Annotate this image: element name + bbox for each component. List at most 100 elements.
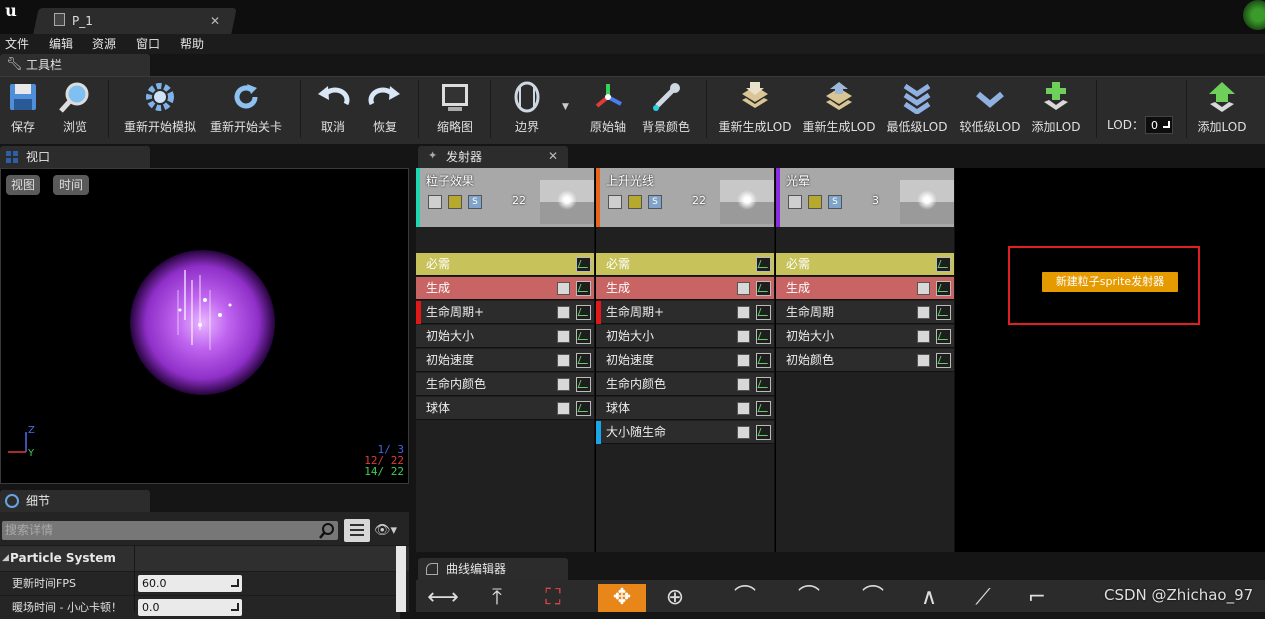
interp-step-icon[interactable]: ⌐ bbox=[1020, 584, 1054, 612]
module-enable-checkbox[interactable] bbox=[917, 354, 930, 367]
curve-graph-icon[interactable] bbox=[936, 257, 951, 272]
emitter-module-norm[interactable]: 初始大小 bbox=[596, 325, 774, 348]
bounds-dropdown-icon[interactable]: ▼ bbox=[562, 102, 574, 112]
source-control-status-icon[interactable] bbox=[1243, 0, 1265, 30]
emitter-solo-button[interactable]: S bbox=[648, 195, 662, 209]
curve-graph-icon[interactable] bbox=[756, 281, 771, 296]
emitter-render-mode-icon[interactable] bbox=[448, 195, 462, 209]
lod-input[interactable]: 0 bbox=[1145, 116, 1173, 134]
curve-graph-icon[interactable] bbox=[576, 305, 591, 320]
module-enable-checkbox[interactable] bbox=[557, 402, 570, 415]
curve-graph-icon[interactable] bbox=[936, 305, 951, 320]
module-enable-checkbox[interactable] bbox=[557, 330, 570, 343]
lowest-lod-button[interactable]: 最低级LOD bbox=[884, 78, 950, 140]
pan-mode-icon[interactable]: ✥ bbox=[598, 584, 646, 612]
fit-selection-icon[interactable]: ⛶ bbox=[536, 584, 570, 612]
interp-linear-icon[interactable]: ∧ bbox=[912, 584, 946, 612]
emitter-render-mode-icon[interactable] bbox=[808, 195, 822, 209]
emitter-module-spawn[interactable]: 生成 bbox=[416, 277, 594, 300]
menu-asset[interactable]: 资源 bbox=[92, 34, 116, 54]
warmup-time-input[interactable]: 0.0 bbox=[138, 599, 242, 616]
viewport-tab[interactable] bbox=[0, 146, 150, 168]
view-menu-button[interactable]: 视图 bbox=[6, 175, 40, 195]
menu-window[interactable]: 窗口 bbox=[136, 34, 160, 54]
background-color-button[interactable]: 背景颜色 bbox=[640, 78, 692, 140]
module-enable-checkbox[interactable] bbox=[737, 330, 750, 343]
emitter-module-norm[interactable]: 生命周期 bbox=[776, 301, 954, 324]
unreal-logo-icon[interactable]: u bbox=[0, 0, 22, 22]
property-matrix-button[interactable] bbox=[344, 519, 370, 542]
curve-graph-icon[interactable] bbox=[756, 353, 771, 368]
curve-graph-icon[interactable] bbox=[756, 257, 771, 272]
module-enable-checkbox[interactable] bbox=[557, 354, 570, 367]
curve-graph-icon[interactable] bbox=[576, 257, 591, 272]
emitter-module-req[interactable]: 必需 bbox=[596, 253, 774, 276]
emitter-module-req[interactable]: 必需 bbox=[776, 253, 954, 276]
update-fps-input[interactable]: 60.0 bbox=[138, 575, 242, 592]
time-menu-button[interactable]: 时间 bbox=[53, 175, 89, 195]
module-enable-checkbox[interactable] bbox=[737, 402, 750, 415]
add-lod-button-2[interactable]: 添加LOD bbox=[1194, 78, 1250, 140]
emitter-module-norm[interactable]: 生命内颜色 bbox=[416, 373, 594, 396]
emitter-module-norm[interactable]: 生命周期+ bbox=[416, 301, 594, 324]
curve-graph-icon[interactable] bbox=[576, 377, 591, 392]
close-tab-icon[interactable]: ✕ bbox=[210, 12, 220, 30]
close-tab-icon[interactable]: ✕ bbox=[548, 148, 558, 164]
add-lod-button[interactable]: 添加LOD bbox=[1028, 78, 1084, 140]
emitter-module-norm[interactable]: 大小随生命 bbox=[596, 421, 774, 444]
regen-lod-button-1[interactable]: 重新生成LOD bbox=[716, 78, 794, 140]
curve-graph-icon[interactable] bbox=[576, 353, 591, 368]
module-enable-checkbox[interactable] bbox=[737, 306, 750, 319]
curve-graph-icon[interactable] bbox=[936, 329, 951, 344]
emitter-module-norm[interactable]: 生命周期+ bbox=[596, 301, 774, 324]
module-enable-checkbox[interactable] bbox=[557, 306, 570, 319]
browse-button[interactable]: 浏览 bbox=[54, 78, 96, 140]
emitter-solo-button[interactable]: S bbox=[828, 195, 842, 209]
restart-sim-button[interactable]: 重新开始模拟 bbox=[118, 78, 202, 140]
emitter-enable-checkbox[interactable] bbox=[428, 195, 442, 209]
emitter-module-norm[interactable]: 球体 bbox=[416, 397, 594, 420]
curve-graph-icon[interactable] bbox=[756, 401, 771, 416]
menu-help[interactable]: 帮助 bbox=[180, 34, 204, 54]
module-enable-checkbox[interactable] bbox=[737, 378, 750, 391]
module-enable-checkbox[interactable] bbox=[917, 306, 930, 319]
tangent-break-icon[interactable]: ⌒ bbox=[856, 584, 890, 612]
curve-graph-icon[interactable] bbox=[936, 281, 951, 296]
menu-edit[interactable]: 编辑 bbox=[49, 34, 73, 54]
emitter-module-spawn[interactable]: 生成 bbox=[776, 277, 954, 300]
interp-constant-icon[interactable]: ⟋ bbox=[966, 584, 1000, 612]
emitter-module-norm[interactable]: 初始大小 bbox=[416, 325, 594, 348]
emitter-render-mode-icon[interactable] bbox=[628, 195, 642, 209]
column-splitter[interactable] bbox=[134, 545, 135, 612]
view-options-eye-icon[interactable]: 👁︎▾ bbox=[374, 524, 404, 538]
emitter-module-spawn[interactable]: 生成 bbox=[596, 277, 774, 300]
emitter-module-norm[interactable]: 初始速度 bbox=[596, 349, 774, 372]
emitter-module-norm[interactable]: 生命内颜色 bbox=[596, 373, 774, 396]
restart-level-button[interactable]: 重新开始关卡 bbox=[204, 78, 288, 140]
module-enable-checkbox[interactable] bbox=[737, 426, 750, 439]
origin-axis-button[interactable]: 原始轴 bbox=[586, 78, 630, 140]
emitter-module-norm[interactable]: 球体 bbox=[596, 397, 774, 420]
regen-lod-button-2[interactable]: 重新生成LOD bbox=[800, 78, 878, 140]
emitter-module-req[interactable]: 必需 bbox=[416, 253, 594, 276]
fit-vertical-icon[interactable]: ⤒ bbox=[480, 584, 514, 612]
thumbnail-button[interactable]: 缩略图 bbox=[430, 78, 480, 140]
emitter-module-norm[interactable]: 初始大小 bbox=[776, 325, 954, 348]
collapse-arrow-icon[interactable]: ◢ bbox=[2, 551, 9, 565]
curve-graph-icon[interactable] bbox=[756, 329, 771, 344]
tangent-user-icon[interactable]: ⌒ bbox=[792, 584, 826, 612]
module-enable-checkbox[interactable] bbox=[737, 282, 750, 295]
module-enable-checkbox[interactable] bbox=[917, 282, 930, 295]
zoom-mode-icon[interactable]: ⊕ bbox=[658, 584, 692, 612]
module-enable-checkbox[interactable] bbox=[557, 378, 570, 391]
emitter-enable-checkbox[interactable] bbox=[788, 195, 802, 209]
curve-graph-icon[interactable] bbox=[576, 281, 591, 296]
curve-graph-icon[interactable] bbox=[756, 377, 771, 392]
lower-lod-button[interactable]: 较低级LOD bbox=[956, 78, 1024, 140]
details-tab[interactable] bbox=[0, 490, 150, 512]
curve-graph-icon[interactable] bbox=[756, 305, 771, 320]
details-search-input[interactable]: 搜索详情 bbox=[2, 521, 338, 540]
redo-button[interactable]: 恢复 bbox=[364, 78, 406, 140]
emitter-module-norm[interactable]: 初始速度 bbox=[416, 349, 594, 372]
curve-graph-icon[interactable] bbox=[756, 425, 771, 440]
